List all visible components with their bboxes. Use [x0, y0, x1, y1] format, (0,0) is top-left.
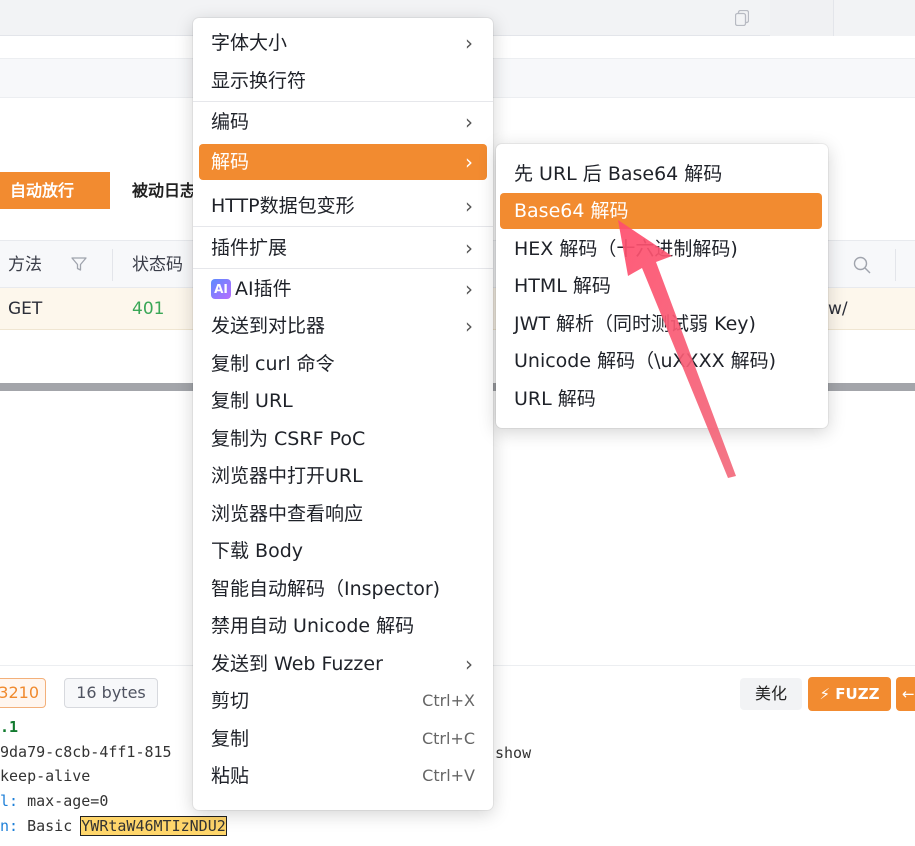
shortcut-label: Ctrl+C — [421, 729, 475, 748]
selected-text: YWRtaW46MTIzNDU2 — [80, 816, 227, 836]
chevron-right-icon: › — [465, 31, 473, 55]
menu-separator — [193, 226, 493, 227]
editor-line-right: show — [495, 744, 532, 762]
filter-icon[interactable] — [70, 255, 88, 273]
tab-auto-release[interactable]: 自动放行 — [0, 172, 110, 209]
search-icon[interactable] — [852, 255, 872, 275]
chevron-right-icon: › — [465, 236, 473, 260]
menu-item-disable-unicode[interactable]: 禁用自动 Unicode 解码 — [199, 608, 487, 644]
menu-item-encode[interactable]: 编码 › — [199, 104, 487, 140]
submenu-item-unicode-decode[interactable]: Unicode 解码（\uXXXX 解码) — [500, 343, 822, 379]
status-badge: 3210 — [0, 678, 46, 708]
chevron-right-icon: › — [465, 150, 473, 174]
menu-item-send-compare[interactable]: 发送到对比器 › — [199, 308, 487, 344]
fuzz-button[interactable]: ⚡ FUZZ — [808, 677, 891, 711]
shortcut-label: Ctrl+V — [422, 766, 475, 785]
menu-item-http-transform[interactable]: HTTP数据包变形 › — [199, 188, 487, 224]
menu-item-copy-curl[interactable]: 复制 curl 命令 — [199, 346, 487, 382]
menu-item-plugin-ext[interactable]: 插件扩展 › — [199, 230, 487, 266]
menu-item-ai-plugin[interactable]: AI AI插件 › — [199, 271, 487, 307]
fuzz-button-label: FUZZ — [835, 685, 880, 703]
ai-icon: AI — [211, 279, 231, 299]
submenu-item-jwt-parse[interactable]: JWT 解析（同时测试弱 Key) — [500, 306, 822, 342]
chevron-right-icon: › — [465, 110, 473, 134]
menu-separator — [193, 268, 493, 269]
column-method[interactable]: 方法 — [8, 241, 42, 289]
decode-submenu: 先 URL 后 Base64 解码 Base64 解码 HEX 解码（十六进制解… — [496, 144, 828, 428]
menu-item-smart-decode[interactable]: 智能自动解码（Inspector) — [199, 571, 487, 607]
row-status: 401 — [132, 299, 165, 319]
editor-line: keep-alive — [0, 767, 91, 785]
more-button[interactable]: ← — [896, 677, 915, 711]
chevron-right-icon: › — [465, 314, 473, 338]
copy-icon[interactable] — [735, 10, 749, 26]
menu-item-cut[interactable]: 剪切 Ctrl+X — [199, 683, 487, 719]
submenu-item-html-decode[interactable]: HTML 解码 — [500, 268, 822, 304]
column-status[interactable]: 状态码 — [132, 241, 183, 289]
menu-item-send-webfuzzer[interactable]: 发送到 Web Fuzzer › — [199, 646, 487, 682]
menu-item-download-body[interactable]: 下载 Body — [199, 533, 487, 569]
menu-item-decode[interactable]: 解码 › — [199, 144, 487, 180]
menu-item-copy-url[interactable]: 复制 URL — [199, 383, 487, 419]
context-menu: 字体大小 › 显示换行符 编码 › 解码 › HTTP数据包变形 › 插件扩展 … — [193, 18, 493, 810]
chevron-right-icon: › — [465, 652, 473, 676]
menu-item-view-response-browser[interactable]: 浏览器中查看响应 — [199, 496, 487, 532]
menu-item-copy[interactable]: 复制 Ctrl+C — [199, 721, 487, 757]
editor-line: 9da79-c8cb-4ff1-815 — [0, 743, 172, 761]
menu-item-copy-csrf[interactable]: 复制为 CSRF PoC — [199, 421, 487, 457]
editor-line: .1 — [0, 718, 19, 736]
chevron-right-icon: › — [465, 194, 473, 218]
size-badge: 16 bytes — [64, 678, 158, 708]
editor-line: l: max-age=0 — [0, 792, 109, 810]
shortcut-label: Ctrl+X — [422, 691, 475, 710]
editor-line: n: Basic YWRtaW46MTIzNDU2 — [0, 816, 227, 836]
tab-passive-log[interactable]: 被动日志 — [118, 172, 198, 209]
menu-separator — [193, 101, 493, 102]
menu-item-font-size[interactable]: 字体大小 › — [199, 25, 487, 61]
submenu-item-url-then-base64[interactable]: 先 URL 后 Base64 解码 — [500, 156, 822, 192]
submenu-item-base64-decode[interactable]: Base64 解码 — [500, 193, 822, 229]
menu-item-open-browser[interactable]: 浏览器中打开URL — [199, 458, 487, 494]
row-method: GET — [8, 299, 43, 319]
submenu-item-url-decode[interactable]: URL 解码 — [500, 381, 822, 417]
menu-item-show-newline[interactable]: 显示换行符 — [199, 63, 487, 99]
chevron-right-icon: › — [465, 277, 473, 301]
side-panel — [833, 0, 915, 36]
column-divider — [895, 249, 896, 281]
menu-item-paste[interactable]: 粘贴 Ctrl+V — [199, 758, 487, 794]
lightning-icon: ⚡ — [819, 685, 831, 703]
log-tabs: 自动放行 被动日志 — [0, 172, 200, 212]
row-url: w/ — [828, 299, 848, 319]
submenu-item-hex-decode[interactable]: HEX 解码（十六进制解码) — [500, 231, 822, 267]
beautify-button[interactable]: 美化 — [740, 678, 802, 710]
column-divider — [112, 249, 113, 281]
